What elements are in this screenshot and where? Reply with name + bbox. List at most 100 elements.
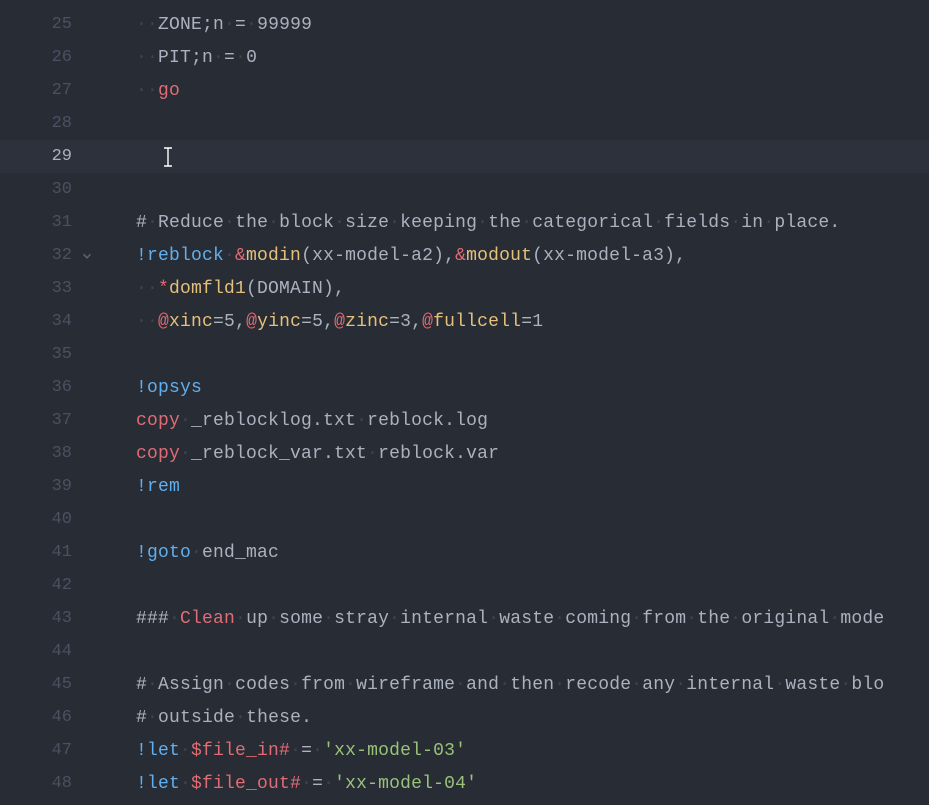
code-line[interactable]: 35 — [0, 338, 929, 371]
code-line[interactable]: 40 — [0, 503, 929, 536]
code-line[interactable]: 31#·Reduce·the·block·size·keeping·the·ca… — [0, 206, 929, 239]
code-line[interactable]: 47!let·$file_in#·=·'xx-model-03' — [0, 734, 929, 767]
line-content[interactable]: !rem — [100, 477, 929, 497]
token: copy — [136, 444, 180, 464]
token: the — [697, 609, 730, 629]
line-content[interactable]: ··@xinc=5,@yinc=5,@zinc=3,@fullcell=1 — [100, 312, 929, 332]
code-line[interactable]: 32!reblock·&modin(xx-model-a2),&modout(x… — [0, 239, 929, 272]
line-number: 25 — [0, 15, 100, 34]
code-line[interactable]: 30 — [0, 173, 929, 206]
token: · — [730, 609, 741, 629]
token: $file_out# — [191, 774, 301, 794]
line-number: 33 — [0, 279, 100, 298]
line-number: 34 — [0, 312, 100, 331]
token: Assign — [158, 675, 224, 695]
token: · — [235, 609, 246, 629]
line-content[interactable]: ###·Clean·up·some·stray·internal·waste·c… — [100, 609, 929, 629]
token: @ — [422, 312, 433, 332]
code-line[interactable]: 34··@xinc=5,@yinc=5,@zinc=3,@fullcell=1 — [0, 305, 929, 338]
token: ·· — [136, 48, 158, 68]
line-content[interactable]: ··PIT;n·=·0 — [100, 48, 929, 68]
token: reblock.var — [378, 444, 499, 464]
line-content[interactable]: copy·_reblocklog.txt·reblock.log — [100, 411, 929, 431]
token: · — [147, 708, 158, 728]
token: · — [686, 609, 697, 629]
token: ·· — [136, 15, 158, 35]
code-line[interactable]: 28 — [0, 107, 929, 140]
line-content[interactable]: #·Assign·codes·from·wireframe·and·then·r… — [100, 675, 929, 695]
line-content[interactable]: copy·_reblock_var.txt·reblock.var — [100, 444, 929, 464]
line-content[interactable]: #·outside·these. — [100, 708, 929, 728]
token: · — [224, 213, 235, 233]
line-content[interactable]: !let·$file_out#·=·'xx-model-04' — [100, 774, 929, 794]
line-content[interactable]: !let·$file_in#·=·'xx-model-03' — [100, 741, 929, 761]
line-number: 30 — [0, 180, 100, 199]
token: @ — [246, 312, 257, 332]
token: in — [741, 213, 763, 233]
token: from — [642, 609, 686, 629]
code-line[interactable]: 37copy·_reblocklog.txt·reblock.log — [0, 404, 929, 437]
token: blo — [851, 675, 884, 695]
token: !rem — [136, 477, 180, 497]
token: · — [367, 444, 378, 464]
token: original — [741, 609, 829, 629]
line-number: 26 — [0, 48, 100, 67]
token: place. — [774, 213, 840, 233]
code-line[interactable]: 29 — [0, 140, 929, 173]
line-content[interactable]: !opsys — [100, 378, 929, 398]
token: coming — [565, 609, 631, 629]
token: · — [488, 609, 499, 629]
token: · — [521, 213, 532, 233]
text-cursor-icon — [160, 145, 176, 169]
line-content[interactable]: !goto·end_mac — [100, 543, 929, 563]
line-content[interactable]: ··ZONE;n·=·99999 — [100, 15, 929, 35]
code-line[interactable]: 46#·outside·these. — [0, 701, 929, 734]
token: from — [301, 675, 345, 695]
token: · — [345, 675, 356, 695]
token: wireframe — [356, 675, 455, 695]
code-line[interactable]: 39!rem — [0, 470, 929, 503]
line-number: 32 — [0, 246, 100, 265]
line-number: 36 — [0, 378, 100, 397]
line-number: 29 — [0, 147, 100, 166]
line-number: 27 — [0, 81, 100, 100]
code-line[interactable]: 38copy·_reblock_var.txt·reblock.var — [0, 437, 929, 470]
token: @ — [158, 312, 169, 332]
token: and — [466, 675, 499, 695]
line-number: 31 — [0, 213, 100, 232]
token: codes — [235, 675, 290, 695]
token: · — [730, 213, 741, 233]
code-line[interactable]: 36!opsys — [0, 371, 929, 404]
line-content[interactable]: ··go — [100, 81, 929, 101]
token: · — [268, 213, 279, 233]
line-number: 35 — [0, 345, 100, 364]
line-number: 28 — [0, 114, 100, 133]
token: · — [631, 675, 642, 695]
token: waste — [785, 675, 840, 695]
token: · — [224, 675, 235, 695]
token: ·· — [136, 312, 158, 332]
token: =5, — [301, 312, 334, 332]
code-line[interactable]: 26··PIT;n·=·0 — [0, 41, 929, 74]
code-line[interactable]: 33··*domfld1(DOMAIN), — [0, 272, 929, 305]
token: mode — [840, 609, 884, 629]
code-line[interactable]: 25··ZONE;n·=·99999 — [0, 8, 929, 41]
line-number: 41 — [0, 543, 100, 562]
line-content[interactable]: ··*domfld1(DOMAIN), — [100, 279, 929, 299]
code-line[interactable]: 48!let·$file_out#·=·'xx-model-04' — [0, 767, 929, 800]
fold-chevron-icon[interactable] — [80, 249, 94, 263]
code-line[interactable]: 44 — [0, 635, 929, 668]
token: (xx-model-a3), — [532, 246, 686, 266]
token: recode — [565, 675, 631, 695]
code-line[interactable]: 41!goto·end_mac — [0, 536, 929, 569]
code-line[interactable]: 43###·Clean·up·some·stray·internal·waste… — [0, 602, 929, 635]
token: copy — [136, 411, 180, 431]
token: =1 — [521, 312, 543, 332]
line-content[interactable]: #·Reduce·the·block·size·keeping·the·cate… — [100, 213, 929, 233]
line-content[interactable]: !reblock·&modin(xx-model-a2),&modout(xx-… — [100, 246, 929, 266]
token: = — [224, 48, 235, 68]
code-editor[interactable]: 25··ZONE;n·=·9999926··PIT;n·=·027··go282… — [0, 0, 929, 805]
code-line[interactable]: 27··go — [0, 74, 929, 107]
code-line[interactable]: 42 — [0, 569, 929, 602]
code-line[interactable]: 45#·Assign·codes·from·wireframe·and·then… — [0, 668, 929, 701]
